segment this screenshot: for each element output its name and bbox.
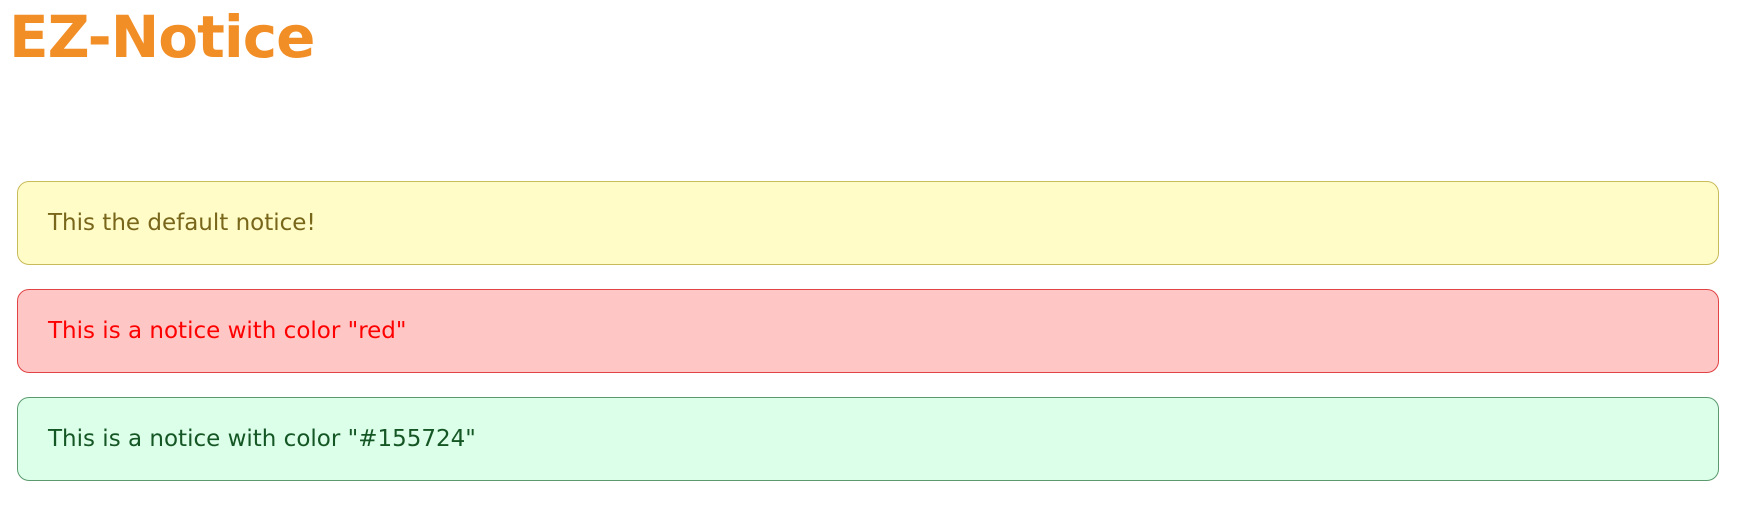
page-title: EZ-Notice: [9, 3, 315, 71]
notice-default: This the default notice!: [17, 181, 1719, 265]
notice-default-text: This the default notice!: [48, 210, 316, 236]
notice-green-text: This is a notice with color "#155724": [48, 426, 476, 452]
notice-red-text: This is a notice with color "red": [48, 318, 407, 344]
notice-list: This the default notice! This is a notic…: [17, 181, 1719, 505]
notice-green: This is a notice with color "#155724": [17, 397, 1719, 481]
notice-red: This is a notice with color "red": [17, 289, 1719, 373]
